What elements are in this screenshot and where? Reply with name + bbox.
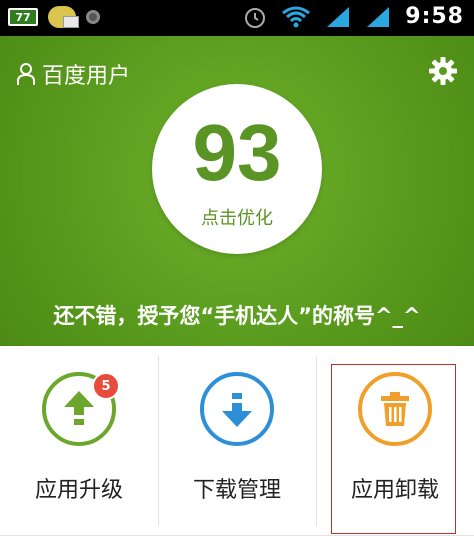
- gear-icon[interactable]: [428, 56, 458, 86]
- signal-icon-2: [367, 6, 390, 27]
- user-name: 百度用户: [42, 64, 131, 89]
- user-account[interactable]: 百度用户: [16, 58, 130, 90]
- score-slogan: 还不错，授予您“手机达人”的称号^_^: [53, 304, 421, 328]
- record-icon: [86, 10, 100, 24]
- optimize-label: 点击优化: [201, 208, 273, 229]
- download-arrow-icon: [222, 393, 252, 427]
- mail-icon: [48, 6, 79, 28]
- battery-icon: 77: [8, 8, 38, 26]
- tile-download-manager[interactable]: 下载管理: [158, 346, 316, 536]
- upload-arrow-icon: [64, 391, 94, 425]
- optimize-score-button[interactable]: 93 点击优化: [152, 84, 322, 254]
- alarm-clock-icon: [245, 7, 266, 28]
- tile-app-upgrade[interactable]: 5 应用升级: [0, 346, 158, 536]
- status-left-icons: 77: [8, 6, 100, 28]
- status-right-icons: 9:58: [243, 4, 464, 29]
- tool-grid: 5 应用升级 下载管理 应用卸载: [0, 346, 474, 536]
- uninstall-highlight-box: [331, 364, 456, 534]
- update-count-badge: 5: [92, 372, 120, 400]
- score-value: 93: [192, 108, 282, 197]
- status-bar: 77 9:58: [0, 0, 474, 36]
- user-icon: [17, 63, 35, 85]
- battery-level-text: 77: [15, 10, 31, 24]
- wifi-icon: [282, 6, 311, 27]
- signal-icon: [327, 6, 350, 27]
- download-ring: [200, 372, 274, 446]
- status-time: 9:58: [405, 4, 464, 29]
- tile-label: 下载管理: [192, 478, 281, 503]
- tile-label: 应用升级: [34, 478, 123, 503]
- score-panel: 百度用户 93 点击优化 还不错，授予您“手机达人”的称号^_^: [0, 36, 474, 346]
